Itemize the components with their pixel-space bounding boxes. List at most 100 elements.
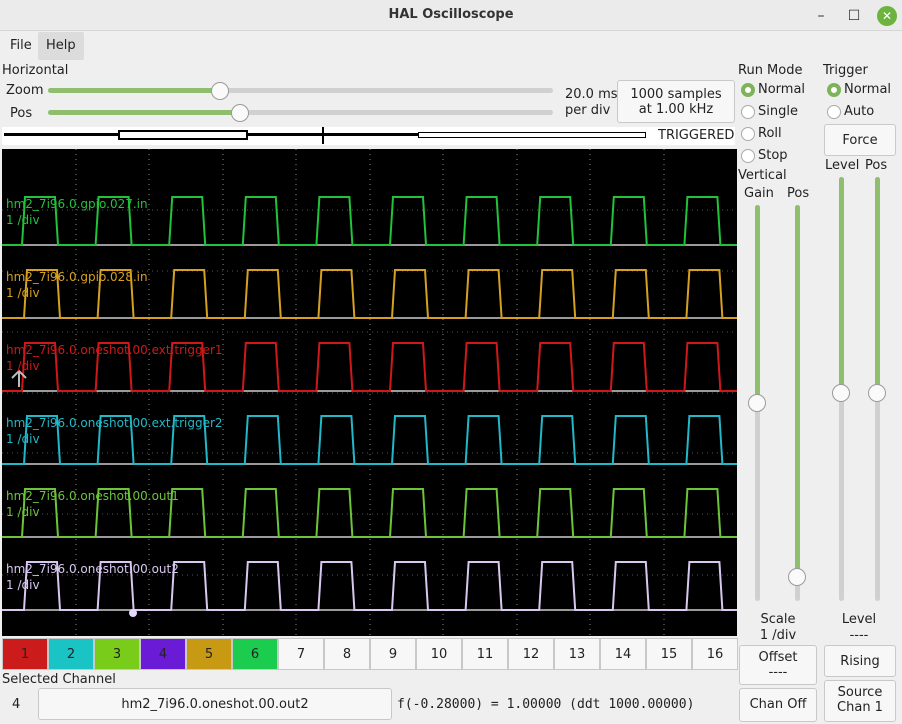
- trace-scale: 1 /div: [6, 286, 40, 300]
- menu-file[interactable]: File: [2, 32, 40, 60]
- runmode-roll-label[interactable]: Roll: [758, 126, 782, 141]
- trace-scale: 1 /div: [6, 213, 40, 227]
- offset-button[interactable]: Offset ----: [739, 645, 817, 685]
- channel-button-8[interactable]: 8: [324, 638, 370, 670]
- scope-display[interactable]: hm2_7i96.0.gpio.027.in 1 /div hm2_7i96.0.g…: [2, 149, 737, 636]
- vpos-slider-fill: [795, 205, 800, 577]
- trigger-title: Trigger: [823, 63, 868, 78]
- trigger-auto-radio[interactable]: [827, 105, 841, 119]
- menu-help[interactable]: Help: [38, 32, 84, 60]
- trigger-level-fill: [839, 177, 844, 393]
- force-button[interactable]: Force: [824, 124, 896, 156]
- trace-name: hm2_7i96.0.oneshot.00.ext.trigger2: [6, 416, 223, 430]
- trigger-pos-fill: [875, 177, 880, 393]
- zoom-slider[interactable]: [48, 88, 553, 93]
- channel-button-15[interactable]: 15: [646, 638, 692, 670]
- trace-name: hm2_7i96.0.gpio.028.in: [6, 270, 148, 284]
- selected-channel-name[interactable]: hm2_7i96.0.oneshot.00.out2: [38, 688, 392, 720]
- trigger-pos-handle[interactable]: [868, 384, 886, 402]
- trace-name: hm2_7i96.0.oneshot.00.ext.trigger1: [6, 343, 223, 357]
- close-button[interactable]: ✕: [877, 6, 897, 26]
- trace-name: hm2_7i96.0.oneshot.00.out1: [6, 489, 179, 503]
- trigger-normal-radio[interactable]: [827, 83, 841, 97]
- trigger-level-title: Level: [841, 612, 877, 627]
- zoom-slider-fill: [48, 88, 220, 93]
- gain-label: Gain: [744, 186, 774, 201]
- runmode-stop-radio[interactable]: [741, 149, 755, 163]
- trace-scale: 1 /div: [6, 432, 40, 446]
- vertical-title: Vertical: [738, 168, 787, 183]
- channel-button-7[interactable]: 7: [278, 638, 324, 670]
- selected-channel-title: Selected Channel: [2, 672, 116, 687]
- runmode-normal-radio[interactable]: [741, 83, 755, 97]
- cursor-dot: [129, 609, 137, 617]
- scale-value: 1 /div: [759, 628, 797, 643]
- offset-value: ----: [768, 665, 788, 680]
- channel-button-11[interactable]: 11: [462, 638, 508, 670]
- trigger-normal-label[interactable]: Normal: [844, 82, 891, 97]
- channel-button-2[interactable]: 2: [48, 638, 94, 670]
- timeline-strip[interactable]: TRIGGERED: [2, 127, 735, 145]
- zoom-slider-handle[interactable]: [211, 82, 229, 100]
- trace-name: hm2_7i96.0.gpio.027.in: [6, 197, 148, 211]
- trigger-auto-label[interactable]: Auto: [844, 104, 874, 119]
- scale-label: Scale: [760, 612, 796, 627]
- vpos-slider-handle[interactable]: [788, 568, 806, 586]
- trigger-level-value: ----: [849, 628, 869, 643]
- samples-rate: at 1.00 kHz: [638, 102, 714, 117]
- channel-button-14[interactable]: 14: [600, 638, 646, 670]
- pos-label: Pos: [10, 106, 33, 121]
- channel-button-10[interactable]: 10: [416, 638, 462, 670]
- minimize-button[interactable]: –: [811, 6, 831, 26]
- trigger-marker: [322, 127, 324, 144]
- channel-button-3[interactable]: 3: [94, 638, 140, 670]
- runmode-title: Run Mode: [738, 63, 803, 78]
- trace-scale: 1 /div: [6, 578, 40, 592]
- runmode-single-radio[interactable]: [741, 105, 755, 119]
- window-title: HAL Oscilloscope: [388, 7, 514, 22]
- channel-button-16[interactable]: 16: [692, 638, 738, 670]
- channel-button-13[interactable]: 13: [554, 638, 600, 670]
- channel-button-9[interactable]: 9: [370, 638, 416, 670]
- channel-button-4[interactable]: 4: [140, 638, 186, 670]
- timeline-buffer: [418, 132, 646, 138]
- pos-slider[interactable]: [48, 110, 553, 115]
- samples-button[interactable]: 1000 samples at 1.00 kHz: [617, 80, 735, 123]
- trigger-level-handle[interactable]: [832, 384, 850, 402]
- value-readout: f(-0.28000) = 1.00000 (ddt 1000.00000): [397, 697, 695, 712]
- pos-slider-handle[interactable]: [231, 104, 249, 122]
- trigger-level-label: Level: [825, 158, 860, 173]
- samples-count: 1000 samples: [630, 87, 722, 102]
- edge-button[interactable]: Rising: [824, 645, 896, 677]
- pos-slider-fill: [48, 110, 240, 115]
- source-button[interactable]: Source Chan 1: [824, 680, 896, 722]
- horizontal-title: Horizontal: [2, 63, 69, 78]
- offset-label: Offset: [758, 650, 798, 665]
- channel-button-1[interactable]: 1: [2, 638, 48, 670]
- channel-button-12[interactable]: 12: [508, 638, 554, 670]
- gain-slider-handle[interactable]: [748, 394, 766, 412]
- gain-slider-fill: [755, 205, 760, 403]
- menu-bar: [0, 31, 902, 61]
- zoom-label: Zoom: [6, 83, 44, 98]
- trigger-pos-label: Pos: [865, 158, 888, 173]
- rate-unit: per div: [565, 103, 611, 118]
- source-channel: Chan 1: [837, 700, 883, 715]
- maximize-button[interactable]: ☐: [844, 6, 864, 26]
- rate-value: 20.0 ms: [565, 87, 618, 102]
- runmode-roll-radio[interactable]: [741, 127, 755, 141]
- source-label: Source: [837, 685, 883, 700]
- runmode-single-label[interactable]: Single: [758, 104, 798, 119]
- trace-scale: 1 /div: [6, 505, 40, 519]
- timeline-window[interactable]: [118, 130, 248, 140]
- trigger-status: TRIGGERED: [658, 128, 735, 143]
- channel-button-6[interactable]: 6: [232, 638, 278, 670]
- chan-off-button[interactable]: Chan Off: [739, 688, 817, 722]
- trace-scale: 1 /div: [6, 359, 40, 373]
- selected-channel-number: 4: [12, 697, 21, 712]
- trace-name: hm2_7i96.0.oneshot.00.out2: [6, 562, 179, 576]
- vpos-label: Pos: [787, 186, 810, 201]
- runmode-normal-label[interactable]: Normal: [758, 82, 805, 97]
- channel-button-5[interactable]: 5: [186, 638, 232, 670]
- runmode-stop-label[interactable]: Stop: [758, 148, 788, 163]
